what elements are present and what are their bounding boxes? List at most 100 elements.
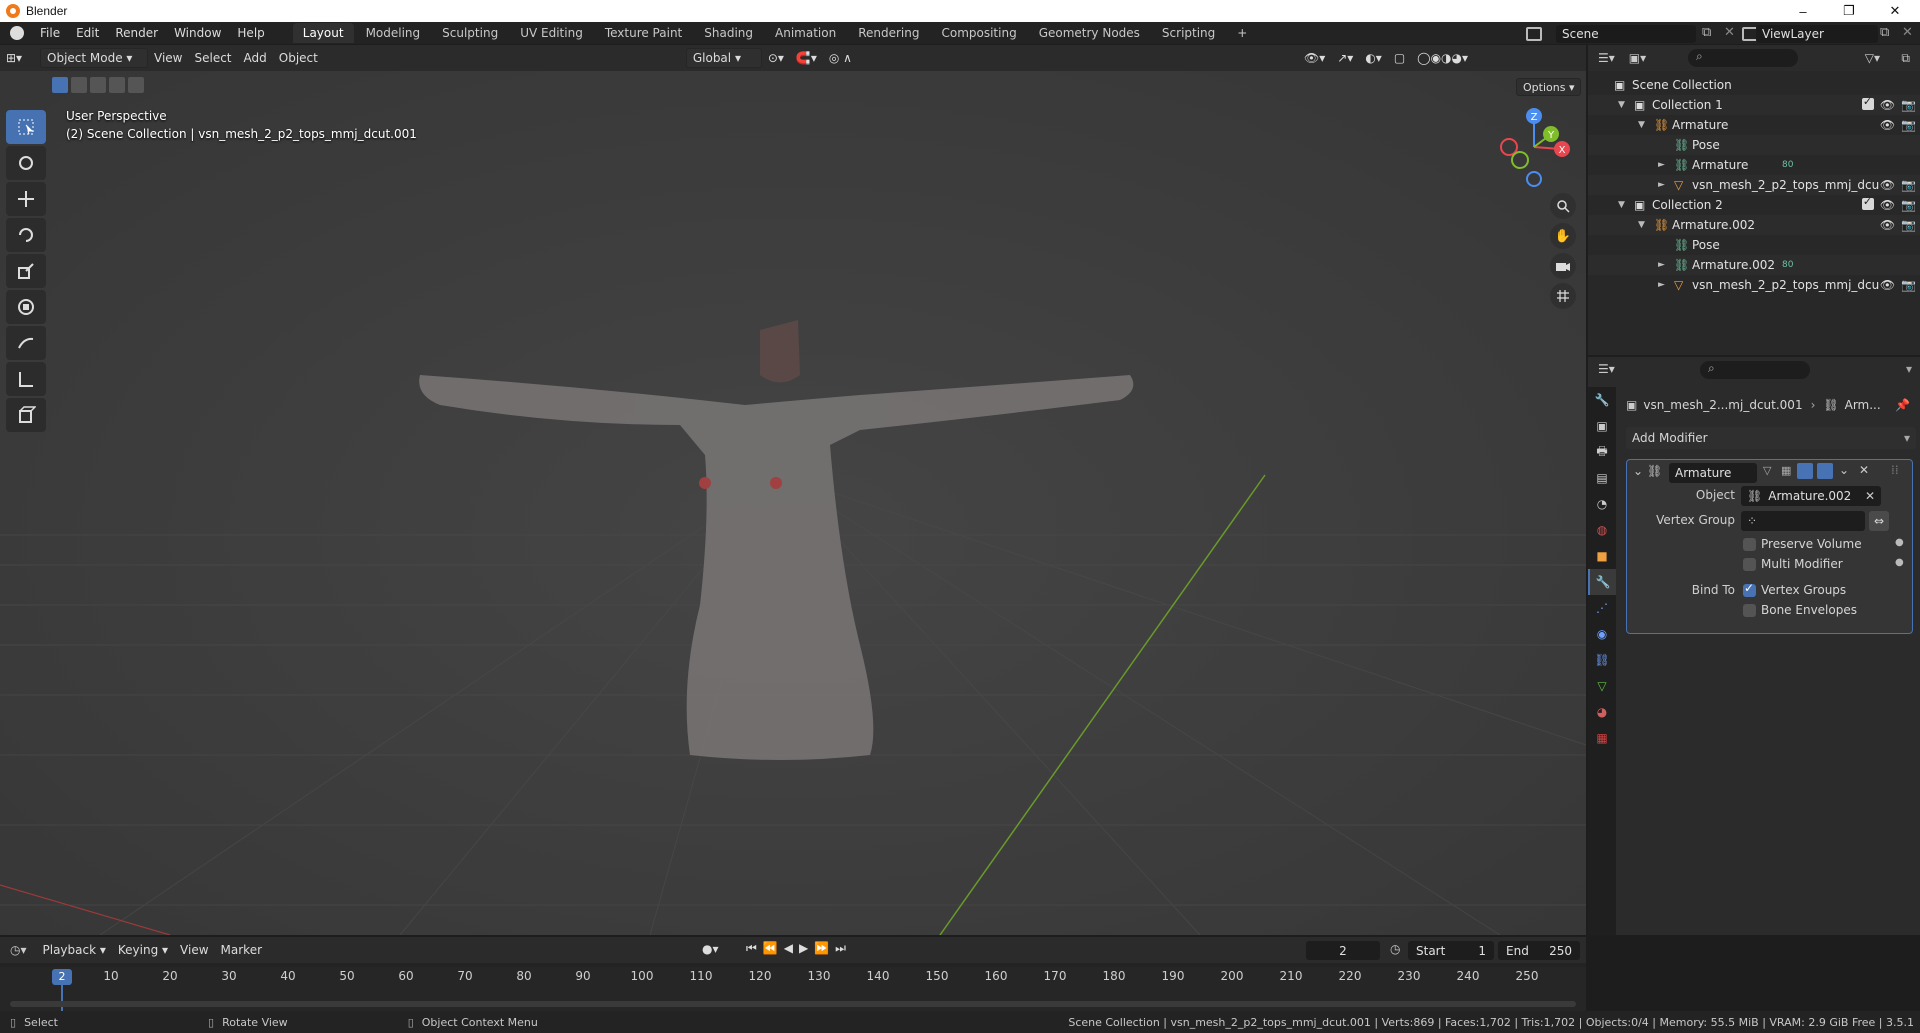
navigation-gizmo[interactable]: Z X Y: [1494, 107, 1574, 187]
outliner-row[interactable]: ► ⛓ Armature.002 80: [1588, 255, 1920, 275]
tab-geometry-nodes[interactable]: Geometry Nodes: [1029, 23, 1150, 43]
render-toggle-icon[interactable]: [1817, 463, 1833, 479]
viewport-menu-view[interactable]: View: [148, 48, 188, 68]
camera-icon[interactable]: 📷: [1901, 278, 1916, 292]
expand-right-icon[interactable]: ►: [1658, 180, 1665, 190]
tab-shading[interactable]: Shading: [694, 23, 763, 43]
include-checkbox[interactable]: [1861, 95, 1874, 110]
on-cage-toggle-icon[interactable]: ▦: [1781, 464, 1791, 477]
overlay-toggle-icon[interactable]: ◐▾: [1359, 48, 1388, 68]
playhead[interactable]: 2: [52, 969, 72, 985]
menu-help[interactable]: Help: [229, 26, 272, 40]
cursor-tool-icon[interactable]: [6, 146, 46, 180]
viewport-menu-object[interactable]: Object: [273, 48, 324, 68]
new-viewlayer-icon[interactable]: ⧉: [1880, 25, 1889, 40]
current-frame-field[interactable]: 2: [1306, 941, 1380, 960]
outliner-row[interactable]: ▼▣Collection 1👁📷: [1588, 95, 1920, 115]
delete-modifier-icon[interactable]: ✕: [1859, 463, 1869, 477]
eye-icon[interactable]: 👁: [1880, 118, 1895, 132]
properties-search-input[interactable]: ⌕: [1700, 361, 1810, 379]
shading-modes-icon[interactable]: ◯◉◑◕▾: [1411, 48, 1474, 68]
camera-icon[interactable]: 📷: [1901, 218, 1916, 232]
tab-modeling[interactable]: Modeling: [356, 23, 431, 43]
outliner-row[interactable]: ► ▽ vsn_mesh_2_p2_tops_mmj_dcu 👁 📷: [1588, 175, 1920, 195]
constraints-tab-icon[interactable]: ⛓: [1588, 647, 1616, 673]
object-field[interactable]: ⛓ Armature.002 ✕: [1741, 486, 1881, 506]
clock-icon[interactable]: ◷: [1390, 942, 1400, 956]
select-invert-icon[interactable]: [109, 77, 125, 93]
snap-icon[interactable]: 🧲▾: [790, 48, 823, 68]
select-mode-buttons[interactable]: [52, 77, 152, 97]
eye-icon[interactable]: 👁: [1880, 198, 1895, 212]
drag-handle-icon[interactable]: ⁞⁞: [1891, 463, 1899, 477]
timeline-menu-keying[interactable]: Keying ▾: [112, 940, 174, 960]
minimize-button[interactable]: –: [1780, 0, 1826, 22]
rotate-tool-icon[interactable]: [6, 218, 46, 252]
zoom-icon[interactable]: [1550, 193, 1576, 219]
menu-window[interactable]: Window: [166, 26, 229, 40]
outliner-row[interactable]: ▼ ⛓ Armature 👁 📷: [1588, 115, 1920, 135]
vertex-groups-checkbox[interactable]: [1743, 581, 1756, 597]
viewlayer-field[interactable]: ViewLayer: [1756, 25, 1878, 43]
tab-layout[interactable]: Layout: [292, 23, 354, 43]
properties-editor-icon[interactable]: ☰▾: [1598, 362, 1615, 376]
expand-right-icon[interactable]: ►: [1658, 260, 1665, 270]
world-tab-icon[interactable]: ◍: [1588, 517, 1616, 543]
end-frame-field[interactable]: End 250: [1498, 941, 1580, 960]
select-extend-icon[interactable]: [71, 77, 87, 93]
edit-mode-toggle-icon[interactable]: ▽: [1763, 464, 1771, 477]
remove-viewlayer-icon[interactable]: ✕: [1902, 25, 1913, 40]
expand-down-icon[interactable]: ▼: [1638, 220, 1645, 230]
tab-texture-paint[interactable]: Texture Paint: [595, 23, 692, 43]
select-intersect-icon[interactable]: [128, 77, 144, 93]
render-tab-icon[interactable]: ▣: [1588, 413, 1616, 439]
pan-hand-icon[interactable]: ✋: [1550, 223, 1576, 249]
modifier-name-field[interactable]: Armature: [1669, 463, 1757, 483]
camera-icon[interactable]: 📷: [1901, 118, 1916, 132]
transform-tool-icon[interactable]: [6, 290, 46, 324]
output-tab-icon[interactable]: 🖶: [1588, 439, 1616, 465]
tab-sculpting[interactable]: Sculpting: [432, 23, 508, 43]
outliner-row[interactable]: ⛓ Pose: [1588, 135, 1920, 155]
xray-icon[interactable]: ▢: [1388, 48, 1411, 68]
timeline-scrollbar[interactable]: [10, 1001, 1576, 1007]
physics-tab-icon[interactable]: ◉: [1588, 621, 1616, 647]
add-workspace-button[interactable]: +: [1227, 23, 1257, 43]
collapse-chevron-icon[interactable]: ⌄: [1633, 464, 1643, 478]
editor-type-icon[interactable]: ⊞▾: [0, 48, 40, 68]
measure-tool-icon[interactable]: [6, 362, 46, 396]
orientation-dropdown[interactable]: Global ▾: [685, 48, 762, 68]
tab-animation[interactable]: Animation: [765, 23, 846, 43]
pin-icon[interactable]: 📌: [1895, 398, 1910, 412]
ortho-grid-icon[interactable]: [1550, 283, 1576, 309]
texture-tab-icon[interactable]: ▦: [1588, 725, 1616, 751]
preserve-volume-checkbox[interactable]: [1743, 538, 1756, 551]
menu-edit[interactable]: Edit: [68, 26, 107, 40]
camera-icon[interactable]: 📷: [1901, 98, 1916, 112]
visibility-icon[interactable]: 👁▾: [1298, 48, 1331, 68]
new-scene-icon[interactable]: ⧉: [1702, 25, 1711, 40]
keyframe-dot-icon[interactable]: ●: [1895, 537, 1904, 548]
add-cube-tool-icon[interactable]: [6, 398, 46, 432]
add-modifier-button[interactable]: Add Modifier ▾: [1626, 427, 1916, 449]
annotate-tool-icon[interactable]: [6, 326, 46, 360]
timeline-menu-playback[interactable]: Playback ▾: [37, 940, 112, 960]
outliner-editor-icon[interactable]: ☰▾: [1598, 51, 1615, 65]
select-box-tool-icon[interactable]: [6, 110, 46, 144]
view-layer-tab-icon[interactable]: ▤: [1588, 465, 1616, 491]
viewport-toggle-icon[interactable]: [1797, 463, 1813, 479]
remove-scene-icon[interactable]: ✕: [1724, 25, 1735, 40]
modifier-menu-icon[interactable]: ⌄: [1839, 463, 1849, 477]
3d-viewport[interactable]: ⊞▾ Object Mode ▾ View Select Add Object …: [0, 45, 1586, 935]
expand-down-icon[interactable]: ▼: [1618, 200, 1625, 210]
pivot-icon[interactable]: ⊙▾: [762, 48, 790, 68]
record-icon[interactable]: ●▾: [702, 942, 719, 956]
outliner-search-input[interactable]: ⌕: [1688, 49, 1798, 67]
material-tab-icon[interactable]: ◕: [1588, 699, 1616, 725]
properties-options-icon[interactable]: ▾: [1906, 362, 1912, 376]
menu-file[interactable]: File: [32, 26, 68, 40]
eye-icon[interactable]: 👁: [1880, 278, 1895, 292]
expand-right-icon[interactable]: ►: [1658, 280, 1665, 290]
scene-field[interactable]: Scene: [1556, 25, 1696, 43]
select-new-icon[interactable]: [52, 77, 68, 93]
